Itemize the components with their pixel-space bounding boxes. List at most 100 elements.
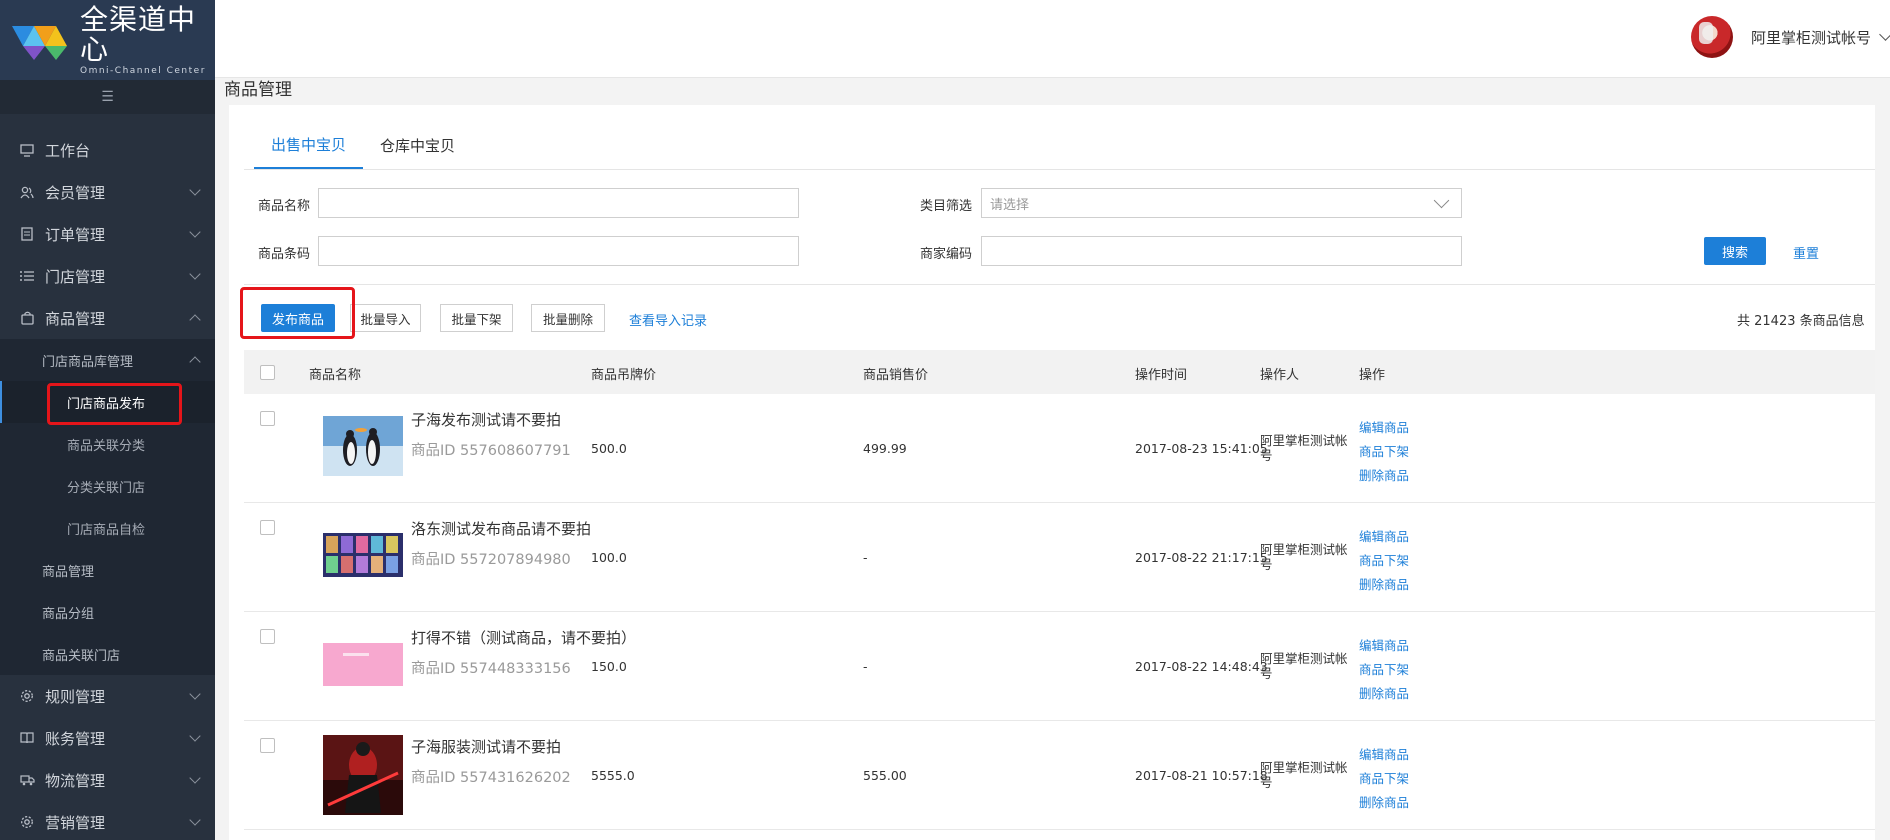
delete-product-link[interactable]: 删除商品 [1359,682,1409,706]
publish-product-button[interactable]: 发布商品 [261,304,335,332]
book-icon [19,730,35,746]
op-time: 2017-08-23 15:41:05 [1135,441,1268,456]
product-name[interactable]: 打得不错（测试商品，请不要拍） [411,627,636,648]
sidebar-item-label: 门店商品发布 [67,396,146,412]
sidebar-item-goods-category-link[interactable]: 商品关联分类 [0,423,215,465]
sidebar-item-goods[interactable]: 商品管理 [0,297,215,339]
sidebar-item-category-store-link[interactable]: 分类关联门店 [0,465,215,507]
sale-price: - [863,550,868,565]
sidebar-item-store-goods-check[interactable]: 门店商品自检 [0,507,215,549]
sidebar-item-label: 规则管理 [45,687,106,706]
operator: 阿里掌柜测试帐号 [1260,542,1348,572]
tag-price: 500.0 [591,441,627,456]
sidebar-item-marketing[interactable]: 营销管理 [0,801,215,840]
sidebar-item-accounts[interactable]: 账务管理 [0,717,215,759]
table-row: 洛东测试发布商品请不要拍 商品ID 557207894980 100.0 - 2… [244,503,1875,612]
product-name[interactable]: 洛东测试发布商品请不要拍 [411,518,591,539]
select-all-checkbox[interactable] [260,365,275,380]
row-actions: 编辑商品 商品下架 删除商品 [1359,416,1409,488]
product-thumbnail[interactable] [323,416,403,476]
offshelf-product-link[interactable]: 商品下架 [1359,767,1409,791]
sidebar-item-store-goods-publish[interactable]: 门店商品发布 [0,381,215,423]
total-count: 共 21423 条商品信息 [1737,314,1865,329]
category-select-placeholder: 请选择 [990,197,1030,213]
user-menu[interactable]: 阿里掌柜测试帐号 [1690,16,1890,58]
product-thumbnail[interactable] [323,643,403,686]
edit-product-link[interactable]: 编辑商品 [1359,525,1409,549]
edit-product-link[interactable]: 编辑商品 [1359,634,1409,658]
order-icon [19,226,35,242]
list-icon [19,268,35,284]
sidebar-item-stores[interactable]: 门店管理 [0,255,215,297]
col-product-name: 商品名称 [309,368,362,383]
sidebar-item-label: 营销管理 [45,813,106,832]
batch-offshelf-button[interactable]: 批量下架 [440,304,513,332]
sidebar-item-label: 商品管理 [45,309,106,328]
chevron-down-icon [189,184,201,196]
table-row: 子海服装测试请不要拍 商品ID 557431626202 5555.0 555.… [244,721,1875,830]
sidebar-collapse-button[interactable]: ☰ [0,80,215,114]
product-name-input[interactable] [318,188,799,218]
sidebar-item-rules[interactable]: 规则管理 [0,675,215,717]
product-id: 商品ID 557608607791 [411,443,571,459]
product-name[interactable]: 子海服装测试请不要拍 [411,736,561,757]
search-button[interactable]: 搜索 [1704,237,1766,265]
sidebar-item-goods-store-link[interactable]: 商品关联门店 [0,633,215,675]
product-thumbnail[interactable] [323,735,403,815]
delete-product-link[interactable]: 删除商品 [1359,573,1409,597]
sidebar-item-label: 商品关联门店 [42,648,121,664]
sidebar-item-goods-management[interactable]: 商品管理 [0,549,215,591]
barcode-input[interactable] [318,236,799,266]
product-thumbnail[interactable] [323,533,403,577]
row-checkbox[interactable] [260,738,275,753]
row-checkbox[interactable] [260,520,275,535]
brand-logo[interactable]: 全渠道中心 Omni-Channel Center [0,0,215,80]
filter-row-2: 商品条码 商家编码 搜索 重置 [244,236,1860,266]
brand-logo-icon [12,20,72,60]
op-time: 2017-08-22 14:48:43 [1135,659,1268,674]
tag-price: 100.0 [591,550,627,565]
top-header: 阿里掌柜测试帐号 [215,0,1890,78]
sidebar-item-label: 物流管理 [45,771,106,790]
sidebar-item-label: 门店商品自检 [67,522,146,538]
sidebar-item-label: 分类关联门店 [67,480,146,496]
tab-on-sale[interactable]: 出售中宝贝 [254,121,364,169]
sale-price: - [863,659,868,674]
edit-product-link[interactable]: 编辑商品 [1359,416,1409,440]
sidebar-item-logistics[interactable]: 物流管理 [0,759,215,801]
brand-title: 全渠道中心 [80,2,197,66]
product-name[interactable]: 子海发布测试请不要拍 [411,409,561,430]
import-log-link[interactable]: 查看导入记录 [629,310,707,329]
sidebar-item-workbench[interactable]: 工作台 [0,129,215,171]
category-select[interactable]: 请选择 [981,188,1462,218]
edit-product-link[interactable]: 编辑商品 [1359,743,1409,767]
sidebar-item-label: 商品关联分类 [67,438,146,454]
users-icon [19,184,35,200]
table-row: 子海发布测试请不要拍 商品ID 557608607791 500.0 499.9… [244,394,1875,503]
delete-product-link[interactable]: 删除商品 [1359,464,1409,488]
reset-link[interactable]: 重置 [1793,243,1819,262]
batch-delete-button[interactable]: 批量删除 [531,304,605,332]
row-checkbox[interactable] [260,629,275,644]
sidebar-item-orders[interactable]: 订单管理 [0,213,215,255]
row-checkbox[interactable] [260,411,275,426]
product-id: 商品ID 557431626202 [411,770,571,786]
col-tag-price: 商品吊牌价 [591,368,657,383]
sidebar-item-store-goods-library[interactable]: 门店商品库管理 [0,339,215,381]
offshelf-product-link[interactable]: 商品下架 [1359,658,1409,682]
sidebar-item-members[interactable]: 会员管理 [0,171,215,213]
offshelf-product-link[interactable]: 商品下架 [1359,549,1409,573]
delete-product-link[interactable]: 删除商品 [1359,791,1409,815]
sidebar-item-label: 商品管理 [42,564,95,580]
row-actions: 编辑商品 商品下架 删除商品 [1359,525,1409,597]
tab-in-warehouse[interactable]: 仓库中宝贝 [363,121,472,169]
sidebar-item-label: 门店商品库管理 [42,354,134,370]
category-filter-label: 类目筛选 [920,199,973,214]
merchant-code-input[interactable] [981,236,1462,266]
gear-icon [19,688,35,704]
offshelf-product-link[interactable]: 商品下架 [1359,440,1409,464]
batch-import-button[interactable]: 批量导入 [350,304,421,332]
op-time: 2017-08-21 10:57:18 [1135,768,1268,783]
barcode-label: 商品条码 [258,247,311,262]
sidebar-item-goods-group[interactable]: 商品分组 [0,591,215,633]
